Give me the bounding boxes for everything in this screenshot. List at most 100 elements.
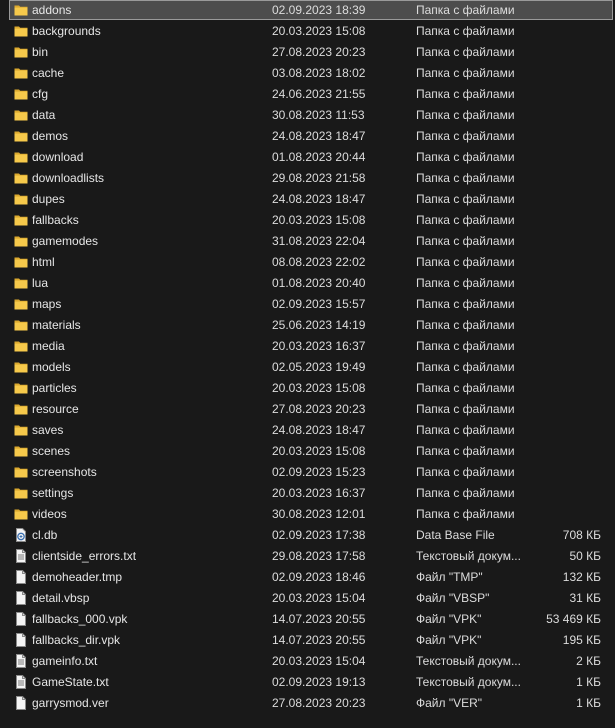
file-name: cfg	[32, 87, 49, 101]
file-icon	[14, 633, 28, 647]
list-item[interactable]: data 30.08.2023 11:53 Папка с файлами	[0, 105, 615, 126]
file-name: clientside_errors.txt	[32, 549, 137, 563]
file-type: Текстовый докум...	[416, 675, 521, 689]
file-name: gameinfo.txt	[32, 654, 98, 668]
list-item[interactable]: scenes 20.03.2023 15:08 Папка с файлами	[0, 441, 615, 462]
file-name: bin	[32, 45, 49, 59]
file-type: Папка с файлами	[416, 444, 515, 458]
list-item[interactable]: fallbacks_dir.vpk 14.07.2023 20:55 Файл …	[0, 630, 615, 651]
file-name: demoheader.tmp	[32, 570, 123, 584]
file-date-modified: 02.09.2023 17:38	[272, 528, 366, 542]
list-item[interactable]: demoheader.tmp 02.09.2023 18:46 Файл "TM…	[0, 567, 615, 588]
list-item[interactable]: gameinfo.txt 20.03.2023 15:04 Текстовый …	[0, 651, 615, 672]
folder-icon	[14, 360, 28, 374]
list-item[interactable]: models 02.05.2023 19:49 Папка с файлами	[0, 357, 615, 378]
file-type: Папка с файлами	[416, 507, 515, 521]
list-item[interactable]: html 08.08.2023 22:02 Папка с файлами	[0, 252, 615, 273]
file-name: maps	[32, 297, 62, 311]
list-item[interactable]: bin 27.08.2023 20:23 Папка с файлами	[0, 42, 615, 63]
file-type: Папка с файлами	[416, 255, 515, 269]
list-item[interactable]: GameState.txt 02.09.2023 19:13 Текстовый…	[0, 672, 615, 693]
file-type: Файл "VPK"	[416, 633, 482, 647]
list-item[interactable]: cfg 24.06.2023 21:55 Папка с файлами	[0, 84, 615, 105]
file-date-modified: 20.03.2023 15:08	[272, 24, 366, 38]
file-type: Папка с файлами	[416, 150, 515, 164]
file-type: Папка с файлами	[416, 486, 515, 500]
list-item[interactable]: materials 25.06.2023 14:19 Папка с файла…	[0, 315, 615, 336]
file-type: Папка с файлами	[416, 318, 515, 332]
file-name: saves	[32, 423, 64, 437]
file-date-modified: 24.08.2023 18:47	[272, 129, 366, 143]
folder-icon	[14, 24, 28, 38]
file-date-modified: 29.08.2023 21:58	[272, 171, 366, 185]
folder-icon	[14, 507, 28, 521]
file-name: fallbacks_dir.vpk	[32, 633, 121, 647]
list-item[interactable]: backgrounds 20.03.2023 15:08 Папка с фай…	[0, 21, 615, 42]
file-name: downloadlists	[32, 171, 105, 185]
file-date-modified: 20.03.2023 16:37	[272, 486, 366, 500]
list-item[interactable]: addons 02.09.2023 18:39 Папка с файлами	[0, 0, 615, 21]
file-type: Текстовый докум...	[416, 549, 521, 563]
folder-icon	[14, 129, 28, 143]
file-name: detail.vbsp	[32, 591, 90, 605]
file-type: Файл "VBSP"	[416, 591, 490, 605]
file-type: Папка с файлами	[416, 423, 515, 437]
list-item[interactable]: download 01.08.2023 20:44 Папка с файлам…	[0, 147, 615, 168]
file-icon	[14, 696, 28, 710]
file-name: screenshots	[32, 465, 97, 479]
folder-icon	[14, 297, 28, 311]
file-date-modified: 24.06.2023 21:55	[272, 87, 366, 101]
list-item[interactable]: screenshots 02.09.2023 15:23 Папка с фай…	[0, 462, 615, 483]
file-size: 31 КБ	[569, 591, 601, 605]
file-type: Папка с файлами	[416, 24, 515, 38]
list-item[interactable]: fallbacks_000.vpk 14.07.2023 20:55 Файл …	[0, 609, 615, 630]
file-date-modified: 01.08.2023 20:44	[272, 150, 366, 164]
folder-icon	[14, 486, 28, 500]
file-type: Папка с файлами	[416, 276, 515, 290]
folder-icon	[14, 234, 28, 248]
list-item[interactable]: detail.vbsp 20.03.2023 15:04 Файл "VBSP"…	[0, 588, 615, 609]
list-item[interactable]: garrysmod.ver 27.08.2023 20:23 Файл "VER…	[0, 693, 615, 714]
file-type: Файл "VER"	[416, 696, 483, 710]
file-name: settings	[32, 486, 74, 500]
folder-icon	[14, 213, 28, 227]
list-item[interactable]: dupes 24.08.2023 18:47 Папка с файлами	[0, 189, 615, 210]
list-item[interactable]: clientside_errors.txt 29.08.2023 17:58 Т…	[0, 546, 615, 567]
file-size: 1 КБ	[576, 696, 601, 710]
file-date-modified: 30.08.2023 12:01	[272, 507, 366, 521]
file-date-modified: 27.08.2023 20:23	[272, 402, 366, 416]
file-type: Папка с файлами	[416, 360, 515, 374]
list-item[interactable]: cl.db 02.09.2023 17:38 Data Base File 70…	[0, 525, 615, 546]
file-date-modified: 27.08.2023 20:23	[272, 696, 366, 710]
folder-icon	[14, 3, 28, 17]
folder-icon	[14, 192, 28, 206]
file-name: dupes	[32, 192, 65, 206]
list-item[interactable]: demos 24.08.2023 18:47 Папка с файлами	[0, 126, 615, 147]
file-type: Папка с файлами	[416, 192, 515, 206]
file-name: garrysmod.ver	[32, 696, 109, 710]
list-item[interactable]: resource 27.08.2023 20:23 Папка с файлам…	[0, 399, 615, 420]
file-size: 195 КБ	[562, 633, 601, 647]
list-item[interactable]: lua 01.08.2023 20:40 Папка с файлами	[0, 273, 615, 294]
list-item[interactable]: media 20.03.2023 16:37 Папка с файлами	[0, 336, 615, 357]
list-item[interactable]: maps 02.09.2023 15:57 Папка с файлами	[0, 294, 615, 315]
list-item[interactable]: videos 30.08.2023 12:01 Папка с файлами	[0, 504, 615, 525]
list-item[interactable]: gamemodes 31.08.2023 22:04 Папка с файла…	[0, 231, 615, 252]
file-list: addons 02.09.2023 18:39 Папка с файлами …	[0, 0, 615, 728]
folder-icon	[14, 150, 28, 164]
file-date-modified: 08.08.2023 22:02	[272, 255, 366, 269]
list-item[interactable]: downloadlists 29.08.2023 21:58 Папка с ф…	[0, 168, 615, 189]
database-file-icon	[14, 528, 28, 542]
list-item[interactable]: fallbacks 20.03.2023 15:08 Папка с файла…	[0, 210, 615, 231]
file-name: html	[32, 255, 55, 269]
file-name: demos	[32, 129, 69, 143]
list-item[interactable]: settings 20.03.2023 16:37 Папка с файлам…	[0, 483, 615, 504]
file-date-modified: 20.03.2023 15:04	[272, 591, 366, 605]
folder-icon	[14, 255, 28, 269]
list-item[interactable]: cache 03.08.2023 18:02 Папка с файлами	[0, 63, 615, 84]
file-date-modified: 27.08.2023 20:23	[272, 45, 366, 59]
text-file-icon	[14, 654, 28, 668]
list-item[interactable]: saves 24.08.2023 18:47 Папка с файлами	[0, 420, 615, 441]
folder-icon	[14, 402, 28, 416]
list-item[interactable]: particles 20.03.2023 15:08 Папка с файла…	[0, 378, 615, 399]
